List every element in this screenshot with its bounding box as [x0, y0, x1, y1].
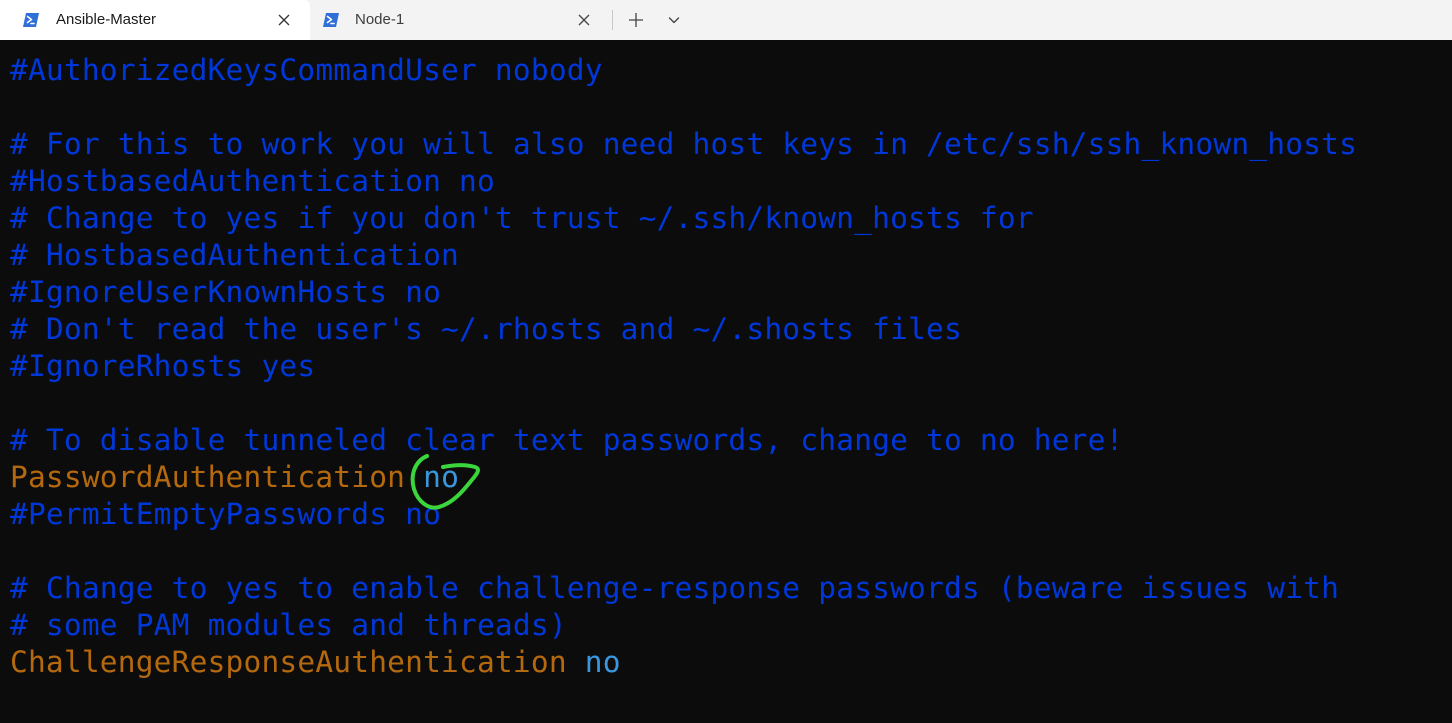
terminal-window: Ansible-Master Node-1 #AuthorizedKeysCom…	[0, 0, 1452, 723]
config-value: no	[584, 645, 621, 679]
terminal-line: #IgnoreRhosts yes	[10, 349, 316, 383]
powershell-icon	[323, 13, 339, 27]
terminal-line: #AuthorizedKeysCommandUser nobody	[10, 53, 603, 87]
terminal-line: #IgnoreUserKnownHosts no	[10, 275, 442, 309]
terminal-line: # For this to work you will also need ho…	[10, 127, 1358, 161]
powershell-icon	[23, 13, 39, 27]
terminal-line-challenge-response-authentication: ChallengeResponseAuthentication no	[10, 644, 621, 681]
terminal-output[interactable]: #AuthorizedKeysCommandUser nobody # For …	[0, 40, 1452, 723]
terminal-line: #PermitEmptyPasswords no	[10, 497, 442, 531]
tab-ansible-master[interactable]: Ansible-Master	[0, 0, 310, 40]
tab-node-1[interactable]: Node-1	[310, 0, 610, 40]
chevron-down-icon[interactable]	[664, 10, 684, 30]
terminal-line: # some PAM modules and threads)	[10, 608, 567, 642]
close-icon[interactable]	[274, 10, 294, 30]
terminal-line: # Don't read the user's ~/.rhosts and ~/…	[10, 312, 962, 346]
terminal-line: # To disable tunneled clear text passwor…	[10, 423, 1124, 457]
config-value: no	[423, 460, 460, 494]
terminal-line: # Change to yes if you don't trust ~/.ss…	[10, 201, 1034, 235]
config-key: ChallengeResponseAuthentication	[10, 645, 567, 679]
config-key: PasswordAuthentication	[10, 460, 406, 494]
terminal-line-password-authentication: PasswordAuthentication no	[10, 459, 459, 496]
tab-label: Ansible-Master	[56, 11, 157, 28]
terminal-line: # HostbasedAuthentication	[10, 238, 460, 272]
close-icon[interactable]	[574, 10, 594, 30]
tab-bar: Ansible-Master Node-1	[0, 0, 1452, 40]
plus-icon[interactable]	[626, 10, 646, 30]
terminal-line: # Change to yes to enable challenge-resp…	[10, 571, 1340, 605]
tab-separator	[612, 10, 613, 30]
terminal-line: #HostbasedAuthentication no	[10, 164, 495, 198]
tab-label: Node-1	[355, 11, 405, 28]
